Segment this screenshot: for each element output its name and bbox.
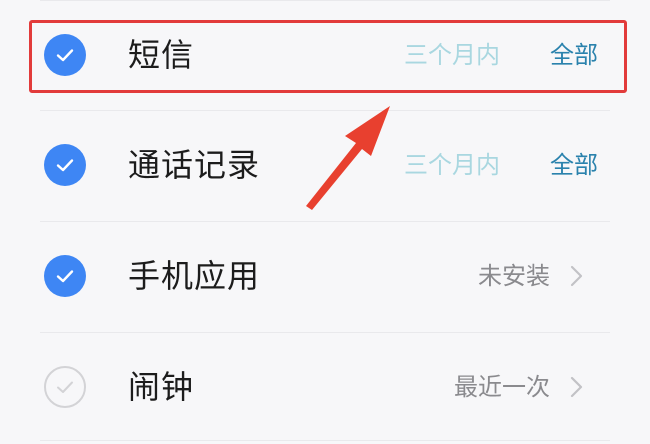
- checkmark-circle-icon[interactable]: [44, 144, 86, 186]
- list-item-sms[interactable]: 短信 三个月内 全部: [0, 0, 650, 110]
- range-selector[interactable]: 三个月内: [404, 147, 500, 183]
- item-label: 闹钟: [128, 368, 195, 406]
- chevron-right-icon[interactable]: [564, 375, 588, 399]
- list-item-call-log[interactable]: 通话记录 三个月内 全部: [0, 110, 650, 220]
- list-item-apps[interactable]: 手机应用 未安装: [0, 221, 650, 331]
- empty-circle-icon[interactable]: [44, 366, 86, 408]
- checkmark-circle-icon[interactable]: [44, 255, 86, 297]
- item-label: 短信: [128, 36, 195, 74]
- checkmark-circle-icon[interactable]: [44, 34, 86, 76]
- status-text: 未安装: [478, 262, 550, 290]
- item-label: 手机应用: [128, 257, 261, 295]
- range-selector[interactable]: 三个月内: [404, 37, 500, 73]
- chevron-right-icon[interactable]: [564, 264, 588, 288]
- list-item-alarm[interactable]: 闹钟 最近一次: [0, 332, 650, 442]
- all-link[interactable]: 全部: [550, 37, 598, 73]
- all-link[interactable]: 全部: [550, 147, 598, 183]
- backup-items-list: 短信 三个月内 全部 通话记录 三个月内 全部 手机应用 未安装 闹钟 最近一次: [0, 0, 650, 444]
- status-text: 最近一次: [454, 373, 550, 401]
- item-label: 通话记录: [128, 146, 261, 184]
